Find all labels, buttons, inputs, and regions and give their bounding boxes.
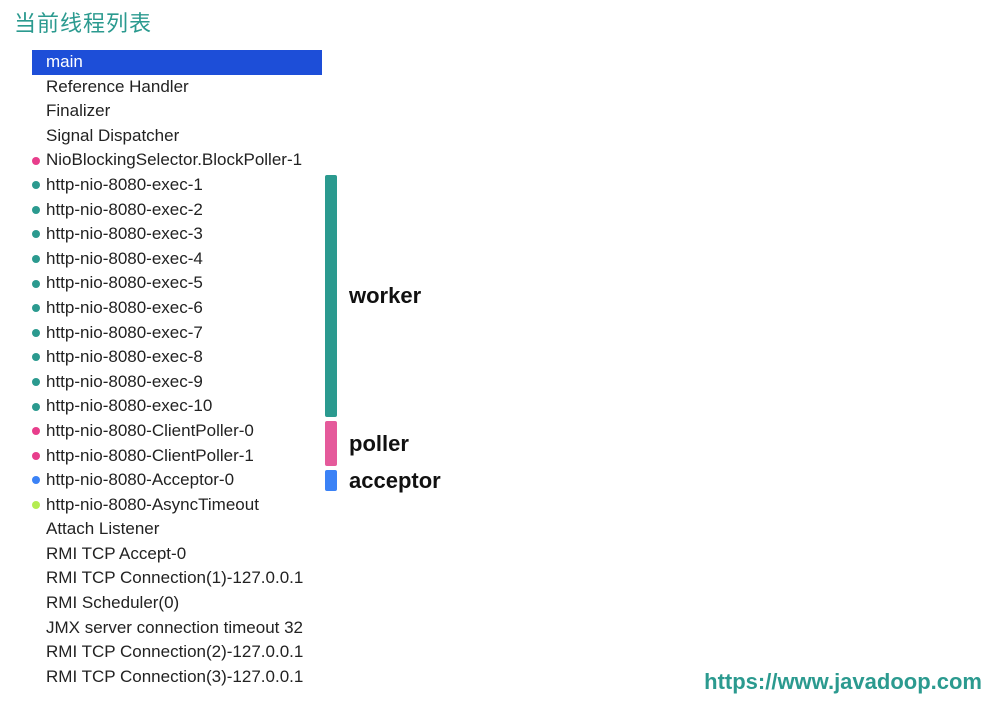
thread-row[interactable]: http-nio-8080-ClientPoller-1: [32, 444, 322, 469]
status-dot-icon: [32, 280, 40, 288]
thread-name: RMI TCP Accept-0: [46, 542, 186, 567]
thread-row[interactable]: http-nio-8080-exec-5: [32, 271, 322, 296]
thread-name: http-nio-8080-Acceptor-0: [46, 468, 234, 493]
thread-row[interactable]: Finalizer: [32, 99, 322, 124]
thread-row[interactable]: http-nio-8080-Acceptor-0: [32, 468, 322, 493]
thread-row[interactable]: Reference Handler: [32, 75, 322, 100]
group-bar: [325, 470, 337, 491]
thread-list: mainReference HandlerFinalizerSignal Dis…: [32, 50, 322, 689]
thread-row[interactable]: http-nio-8080-exec-1: [32, 173, 322, 198]
thread-row[interactable]: Attach Listener: [32, 517, 322, 542]
thread-row[interactable]: http-nio-8080-exec-2: [32, 198, 322, 223]
thread-name: http-nio-8080-exec-10: [46, 394, 212, 419]
status-dot-icon: [32, 427, 40, 435]
thread-row[interactable]: Signal Dispatcher: [32, 124, 322, 149]
thread-name: http-nio-8080-exec-6: [46, 296, 203, 321]
status-dot-icon: [32, 206, 40, 214]
group-bar: [325, 421, 337, 466]
status-dot-icon: [32, 452, 40, 460]
thread-row[interactable]: NioBlockingSelector.BlockPoller-1: [32, 148, 322, 173]
status-dot-icon: [32, 255, 40, 263]
group-label: poller: [349, 431, 409, 457]
thread-row[interactable]: main: [32, 50, 322, 75]
thread-row[interactable]: http-nio-8080-exec-4: [32, 247, 322, 272]
thread-name: Attach Listener: [46, 517, 159, 542]
thread-name: http-nio-8080-ClientPoller-1: [46, 444, 254, 469]
thread-name: NioBlockingSelector.BlockPoller-1: [46, 148, 302, 173]
thread-name: http-nio-8080-exec-7: [46, 321, 203, 346]
status-dot-icon: [32, 181, 40, 189]
thread-name: http-nio-8080-exec-2: [46, 198, 203, 223]
thread-row[interactable]: http-nio-8080-exec-3: [32, 222, 322, 247]
thread-name: http-nio-8080-exec-1: [46, 173, 203, 198]
thread-name: http-nio-8080-exec-8: [46, 345, 203, 370]
status-dot-icon: [32, 378, 40, 386]
thread-row[interactable]: RMI Scheduler(0): [32, 591, 322, 616]
thread-name: RMI Scheduler(0): [46, 591, 179, 616]
thread-row[interactable]: RMI TCP Connection(1)-127.0.0.1: [32, 566, 322, 591]
thread-name: Reference Handler: [46, 75, 189, 100]
thread-name: http-nio-8080-exec-9: [46, 370, 203, 395]
thread-name: Finalizer: [46, 99, 110, 124]
thread-name: main: [32, 50, 83, 75]
watermark: https://www.javadoop.com: [704, 669, 982, 695]
thread-row[interactable]: http-nio-8080-exec-8: [32, 345, 322, 370]
status-dot-icon: [32, 304, 40, 312]
group-label: acceptor: [349, 468, 441, 494]
thread-row[interactable]: RMI TCP Accept-0: [32, 542, 322, 567]
thread-name: Signal Dispatcher: [46, 124, 179, 149]
thread-row[interactable]: http-nio-8080-AsyncTimeout: [32, 493, 322, 518]
status-dot-icon: [32, 157, 40, 165]
thread-row[interactable]: JMX server connection timeout 32: [32, 616, 322, 641]
page-title: 当前线程列表: [14, 6, 152, 38]
thread-row[interactable]: http-nio-8080-ClientPoller-0: [32, 419, 322, 444]
thread-name: JMX server connection timeout 32: [46, 616, 303, 641]
status-dot-icon: [32, 230, 40, 238]
status-dot-icon: [32, 403, 40, 411]
thread-name: http-nio-8080-exec-5: [46, 271, 203, 296]
thread-row[interactable]: RMI TCP Connection(3)-127.0.0.1: [32, 665, 322, 690]
status-dot-icon: [32, 353, 40, 361]
thread-name: http-nio-8080-AsyncTimeout: [46, 493, 259, 518]
group-bar: [325, 175, 337, 417]
thread-name: http-nio-8080-exec-3: [46, 222, 203, 247]
thread-name: http-nio-8080-exec-4: [46, 247, 203, 272]
status-dot-icon: [32, 329, 40, 337]
status-dot-icon: [32, 476, 40, 484]
thread-row[interactable]: http-nio-8080-exec-6: [32, 296, 322, 321]
thread-name: http-nio-8080-ClientPoller-0: [46, 419, 254, 444]
group-label: worker: [349, 283, 421, 309]
thread-row[interactable]: RMI TCP Connection(2)-127.0.0.1: [32, 640, 322, 665]
thread-name: RMI TCP Connection(3)-127.0.0.1: [46, 665, 303, 690]
thread-name: RMI TCP Connection(2)-127.0.0.1: [46, 640, 303, 665]
status-dot-icon: [32, 501, 40, 509]
thread-row[interactable]: http-nio-8080-exec-7: [32, 321, 322, 346]
thread-name: RMI TCP Connection(1)-127.0.0.1: [46, 566, 303, 591]
thread-row[interactable]: http-nio-8080-exec-9: [32, 370, 322, 395]
thread-row[interactable]: http-nio-8080-exec-10: [32, 394, 322, 419]
